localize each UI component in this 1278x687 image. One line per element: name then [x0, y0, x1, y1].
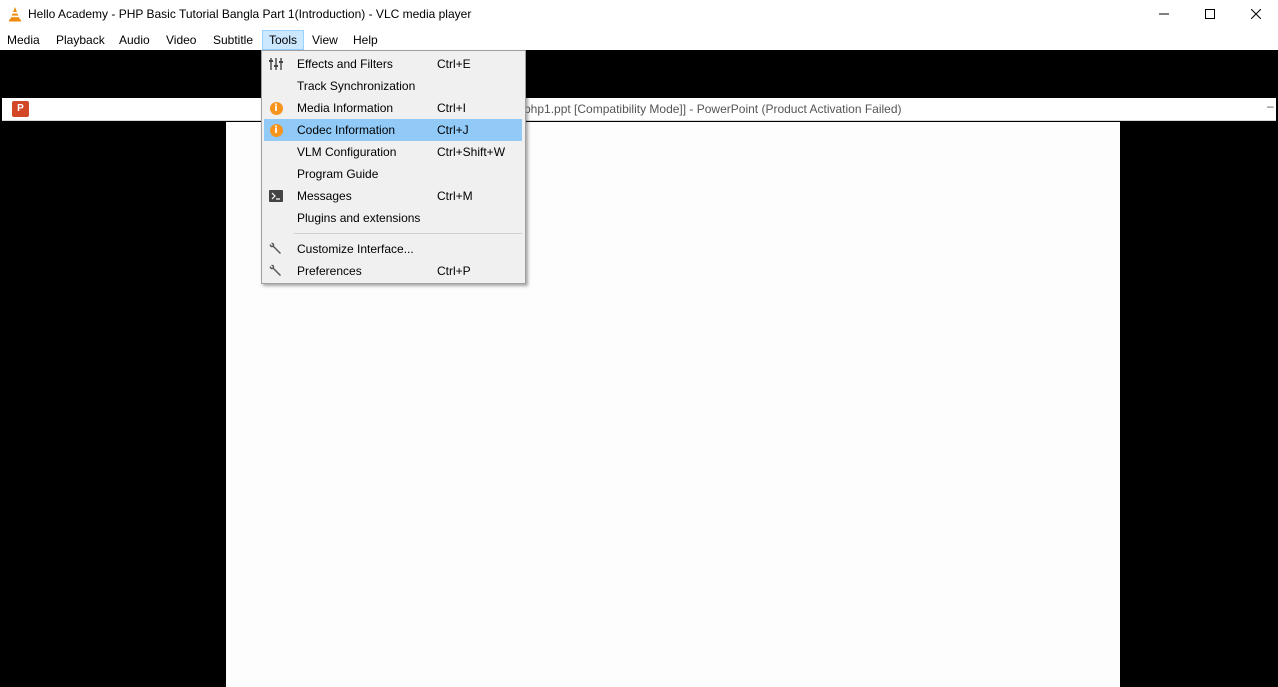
info-icon: i	[268, 122, 284, 138]
close-button[interactable]	[1233, 0, 1278, 28]
menu-item-label: Program Guide	[297, 167, 379, 181]
menu-item-program-guide[interactable]: Program Guide	[264, 163, 522, 185]
menu-item-plugins-and-extensions[interactable]: Plugins and extensions	[264, 207, 522, 229]
menu-item-codec-information[interactable]: i Codec Information Ctrl+J	[264, 119, 522, 141]
wrench-icon	[268, 241, 284, 257]
menu-audio[interactable]: Audio	[113, 30, 156, 50]
window-titlebar: Hello Academy - PHP Basic Tutorial Bangl…	[0, 0, 1278, 28]
menu-item-shortcut: Ctrl+M	[437, 189, 473, 203]
powerpoint-minimize-icon: –	[1267, 99, 1274, 113]
menu-view[interactable]: View	[306, 30, 344, 50]
menu-item-label: Effects and Filters	[297, 57, 393, 71]
menu-item-label: VLM Configuration	[297, 145, 397, 159]
menu-video[interactable]: Video	[160, 30, 202, 50]
menu-item-track-synchronization[interactable]: Track Synchronization	[264, 75, 522, 97]
menu-item-preferences[interactable]: Preferences Ctrl+P	[264, 260, 522, 282]
menu-item-label: Codec Information	[297, 123, 396, 137]
menu-item-label: Track Synchronization	[297, 79, 416, 93]
menu-item-shortcut: Ctrl+Shift+W	[437, 145, 506, 159]
minimize-button[interactable]	[1141, 0, 1187, 28]
powerpoint-titlebar: P php1.ppt [Compatibility Mode]] - Power…	[2, 98, 1276, 121]
menu-item-label: Plugins and extensions	[297, 211, 421, 225]
maximize-icon	[1205, 9, 1215, 19]
menu-subtitle[interactable]: Subtitle	[207, 30, 259, 50]
menu-tools[interactable]: Tools	[262, 30, 305, 50]
menu-item-media-information[interactable]: i Media Information Ctrl+I	[264, 97, 522, 119]
menubar: Media Playback Audio Video Subtitle Tool…	[0, 28, 1278, 50]
terminal-icon	[268, 188, 284, 204]
menu-help[interactable]: Help	[347, 30, 384, 50]
menu-item-label: Media Information	[297, 101, 394, 115]
powerpoint-title: php1.ppt [Compatibility Mode]] - PowerPo…	[524, 102, 902, 116]
menu-item-label: Preferences	[297, 264, 362, 278]
menu-item-customize-interface[interactable]: Customize Interface...	[264, 238, 522, 260]
minimize-icon	[1159, 13, 1169, 15]
menu-item-messages[interactable]: Messages Ctrl+M	[264, 185, 522, 207]
menu-item-label: Messages	[297, 189, 352, 203]
menu-item-shortcut: Ctrl+J	[437, 123, 469, 137]
menu-separator	[294, 233, 522, 234]
tools-menu: Effects and Filters Ctrl+E Track Synchro…	[261, 50, 526, 284]
menu-item-shortcut: Ctrl+I	[437, 101, 467, 115]
video-area[interactable]: P php1.ppt [Compatibility Mode]] - Power…	[0, 50, 1278, 687]
menu-item-label: Customize Interface...	[297, 242, 414, 256]
powerpoint-icon: P	[12, 101, 29, 117]
wrench-icon	[268, 263, 284, 279]
menu-item-shortcut: Ctrl+P	[437, 264, 471, 278]
menu-item-shortcut: Ctrl+E	[437, 57, 471, 71]
menu-item-effects-and-filters[interactable]: Effects and Filters Ctrl+E	[264, 53, 522, 75]
menu-media[interactable]: Media	[1, 30, 46, 50]
close-icon	[1251, 9, 1261, 19]
window-title: Hello Academy - PHP Basic Tutorial Bangl…	[28, 7, 472, 21]
maximize-button[interactable]	[1187, 0, 1233, 28]
vlc-cone-icon	[7, 6, 23, 22]
menu-playback[interactable]: Playback	[50, 30, 111, 50]
menu-item-vlm-configuration[interactable]: VLM Configuration Ctrl+Shift+W	[264, 141, 522, 163]
equalizer-icon	[268, 56, 284, 72]
info-icon: i	[268, 100, 284, 116]
